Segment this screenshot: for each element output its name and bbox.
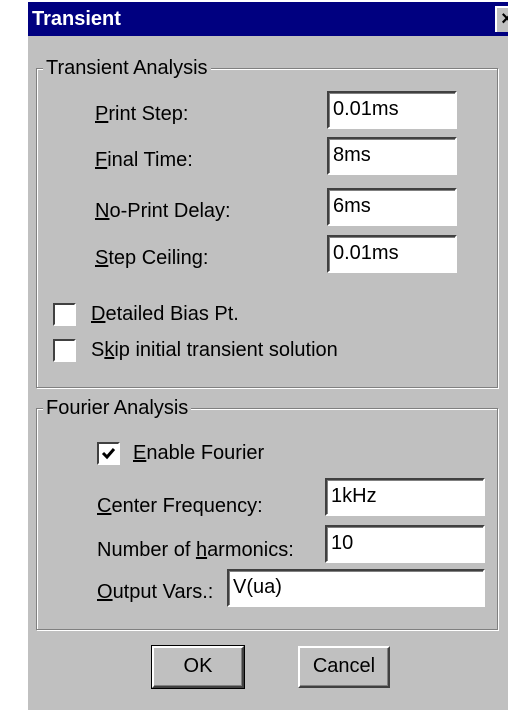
detailed-bias-label[interactable]: Detailed Bias Pt. <box>91 302 239 326</box>
skip-initial-checkbox[interactable] <box>53 339 76 362</box>
final-time-input[interactable]: 8ms <box>327 137 457 175</box>
harmonics-label: Number of harmonics: <box>97 539 294 561</box>
print-step-label: Print Step: <box>95 103 189 125</box>
skip-initial-label[interactable]: Skip initial transient solution <box>91 338 338 362</box>
cancel-button[interactable]: Cancel <box>298 646 390 688</box>
center-frequency-label: Center Frequency: <box>97 495 263 517</box>
final-time-label: Final Time: <box>95 149 193 171</box>
step-ceiling-input[interactable]: 0.01ms <box>327 235 457 273</box>
print-step-input[interactable]: 0.01ms <box>327 91 457 129</box>
no-print-delay-label: No-Print Delay: <box>95 200 231 222</box>
enable-fourier-checkbox[interactable] <box>97 442 120 465</box>
enable-fourier-label[interactable]: Enable Fourier <box>133 441 264 465</box>
center-frequency-input[interactable]: 1kHz <box>325 478 485 516</box>
fourier-analysis-legend: Fourier Analysis <box>43 396 192 420</box>
ok-button[interactable]: OK <box>151 645 245 689</box>
harmonics-input[interactable]: 10 <box>325 525 485 563</box>
step-ceiling-label: Step Ceiling: <box>95 247 209 269</box>
detailed-bias-checkbox[interactable] <box>53 303 76 326</box>
no-print-delay-input[interactable]: 6ms <box>327 188 457 226</box>
checkmark-icon <box>101 448 116 460</box>
output-vars-label: Output Vars.: <box>97 581 214 603</box>
transient-dialog: Transient × Transient Analysis Print Ste… <box>26 0 508 710</box>
transient-analysis-legend: Transient Analysis <box>43 56 211 80</box>
close-icon: × <box>501 8 508 30</box>
window-title: Transient <box>32 8 121 30</box>
title-bar[interactable]: Transient × <box>28 2 508 36</box>
close-button[interactable]: × <box>495 6 508 32</box>
output-vars-input[interactable]: V(ua) <box>227 569 485 607</box>
